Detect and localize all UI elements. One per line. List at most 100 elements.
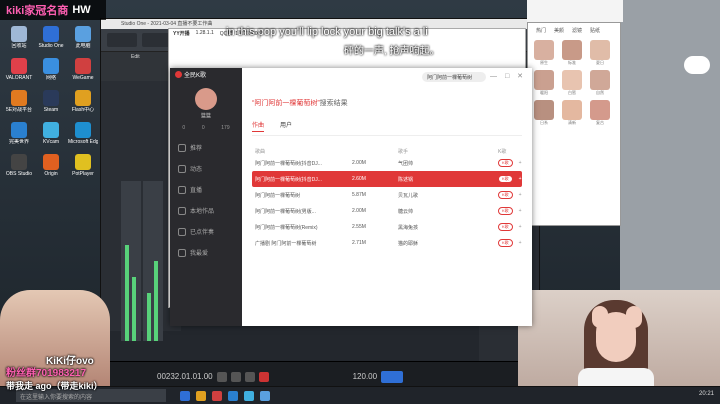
sing-button[interactable]: K歌	[498, 223, 513, 231]
preset-thumbnail	[534, 100, 554, 120]
song-artist: 气团帅	[398, 160, 414, 167]
song-row[interactable]: 阿门阿前一棵葡萄树(抖音DJ... 2.00M 气团帅 K歌 +	[252, 155, 522, 171]
desktop-icon[interactable]: Studio One	[36, 26, 66, 49]
add-icon[interactable]: +	[519, 224, 522, 230]
app-icon[interactable]	[260, 390, 270, 401]
desktop-icon[interactable]: Steam	[36, 90, 66, 113]
app-icon[interactable]	[212, 390, 222, 401]
stop-button[interactable]	[244, 371, 255, 382]
desktop-icon[interactable]: Microsoft Edge	[68, 122, 98, 145]
beauty-tab[interactable]: 美颜	[554, 27, 564, 34]
desktop-icon[interactable]: KVcam	[36, 122, 66, 145]
song-row[interactable]: 广播剧 阿门阿前一棵葡萄树 2.71M 猫的耶稣 K歌 +	[252, 235, 522, 251]
search-results: 阿门阿前一棵葡萄树 — □ ✕ “阿门阿前一棵葡萄树”搜索结果 作曲 用户 歌曲…	[242, 68, 532, 326]
beauty-preset[interactable]: 原生	[534, 40, 554, 66]
avatar[interactable]	[195, 88, 217, 110]
song-row[interactable]: 阿门阿前一棵葡萄树(男版... 2.00M 糖云帅 K歌 +	[252, 203, 522, 219]
brand-name: 全民K歌	[184, 72, 207, 79]
taskbar: 在这里输入你要搜索的内容 20:21	[0, 386, 720, 404]
sidebar-item-label: 推荐	[190, 146, 203, 152]
mixer-channel[interactable]	[143, 181, 163, 341]
k-cell: K歌 +	[498, 239, 522, 247]
add-icon[interactable]: +	[519, 176, 522, 182]
daw-tool[interactable]	[107, 33, 137, 47]
desktop-icon[interactable]: 此电脑	[68, 26, 98, 49]
desktop-icon[interactable]: VALORANT	[4, 58, 34, 81]
song-list: 阿门阿前一棵葡萄树(抖音DJ... 2.00M 气团帅 K歌 + 阿门阿前一棵葡萄树(抖音…	[252, 155, 522, 251]
edge-icon[interactable]	[180, 390, 190, 401]
sing-button[interactable]: K歌	[498, 159, 513, 167]
rewind-button[interactable]	[216, 371, 227, 382]
results-label: 搜索结果	[319, 100, 348, 107]
desktop-icon[interactable]: 完美世界	[4, 122, 34, 145]
song-size: 2.71M	[352, 240, 366, 246]
desktop-icon[interactable]: 网络	[36, 58, 66, 81]
preset-thumbnail	[590, 40, 610, 60]
song-row[interactable]: 阿门阿前一棵葡萄树(抖音DJ... 2.60M 陈述锅 K歌 +	[252, 171, 522, 187]
stat: 0	[182, 125, 186, 131]
mix-button[interactable]	[381, 370, 404, 383]
song-name: 阿门阿前一棵葡萄树	[255, 192, 301, 199]
desktop-icon-label: Studio One	[38, 43, 64, 49]
sidebar-item[interactable]: 已点伴奏	[170, 221, 242, 242]
sidebar-item[interactable]: 我最爱	[170, 242, 242, 263]
search-input[interactable]: 阿门阿前一棵葡萄树	[422, 72, 486, 82]
beauty-preset[interactable]: 白皙	[562, 70, 582, 96]
sidebar-item[interactable]: 动态	[170, 158, 242, 179]
play-button[interactable]	[230, 371, 241, 382]
record-button[interactable]	[258, 371, 269, 382]
desktop-icon[interactable]: PotPlayer	[68, 154, 98, 177]
tab-songs[interactable]: 作曲	[252, 120, 265, 132]
preset-label: 日系	[540, 120, 548, 125]
app-icon	[75, 26, 91, 42]
mixer-channel[interactable]	[121, 181, 141, 341]
lyric-line-1: in this pop you'll lip lock your big tal…	[226, 26, 428, 38]
song-row[interactable]: 阿门阿前一棵葡萄树 5.87M 贝瓦儿歌 K歌 +	[252, 187, 522, 203]
app-icon	[75, 58, 91, 74]
desktop-icon[interactable]: 回收站	[4, 26, 34, 49]
song-artist: 猫的耶稣	[398, 240, 419, 247]
sidebar-item[interactable]: 本地作品	[170, 200, 242, 221]
beauty-tab[interactable]: 热门	[536, 27, 546, 34]
sing-button[interactable]: K歌	[498, 207, 513, 215]
clock: 20:21	[698, 391, 714, 397]
beauty-tab[interactable]: 贴纸	[590, 27, 600, 34]
add-icon[interactable]: +	[519, 192, 522, 198]
beauty-preset[interactable]: 暖阳	[534, 70, 554, 96]
tab-users[interactable]: 用户	[280, 120, 292, 132]
sing-button[interactable]: K歌	[498, 191, 513, 199]
sidebar-item[interactable]: 直播	[170, 179, 242, 200]
beauty-preset[interactable]: 标准	[562, 40, 582, 66]
preset-thumbnail	[562, 70, 582, 90]
sing-button[interactable]: K歌	[498, 239, 513, 247]
desktop-icon-label: Flash中心	[71, 107, 95, 113]
app-icon[interactable]	[228, 390, 238, 401]
sidebar-item[interactable]: 推荐	[170, 137, 242, 158]
app-icon[interactable]	[244, 390, 254, 401]
desktop-icon[interactable]: Origin	[36, 154, 66, 177]
beauty-preset[interactable]: 夏日	[590, 40, 610, 66]
sing-button[interactable]: K歌	[498, 175, 513, 183]
app-icon	[43, 154, 59, 170]
desktop-icon[interactable]: Flash中心	[68, 90, 98, 113]
desktop-icon[interactable]: 5E对战平台	[4, 90, 34, 113]
sidebar-nav: 推荐动态 直播 本地作品 已点伴奏 我最爱	[170, 137, 242, 263]
folder-icon[interactable]	[196, 390, 206, 401]
window-controls[interactable]: — □ ✕	[490, 72, 526, 80]
beauty-preset[interactable]: 自然	[590, 70, 610, 96]
desktop-icon[interactable]: WeGame	[68, 58, 98, 81]
desktop-icon-label: VALORANT	[5, 75, 33, 81]
add-icon[interactable]: +	[519, 240, 522, 246]
col-k: K歌	[498, 149, 507, 155]
beauty-preset[interactable]: 日系	[534, 100, 554, 126]
desktop-icon[interactable]: OBS Studio	[4, 154, 34, 177]
beauty-preset[interactable]: 清新	[562, 100, 582, 126]
add-icon[interactable]: +	[519, 208, 522, 214]
song-row[interactable]: 阿门阿前一棵葡萄树(Remix) 2.55M 黑海兔孩 K歌 +	[252, 219, 522, 235]
add-icon[interactable]: +	[519, 160, 522, 166]
beauty-preset[interactable]: 复古	[590, 100, 610, 126]
song-name: 阿门阿前一棵葡萄树(男版...	[255, 208, 316, 215]
sponsor-banner: kiki家冠名商 HW	[0, 0, 106, 20]
beauty-tab[interactable]: 滤镜	[572, 27, 582, 34]
preset-thumbnail	[562, 40, 582, 60]
